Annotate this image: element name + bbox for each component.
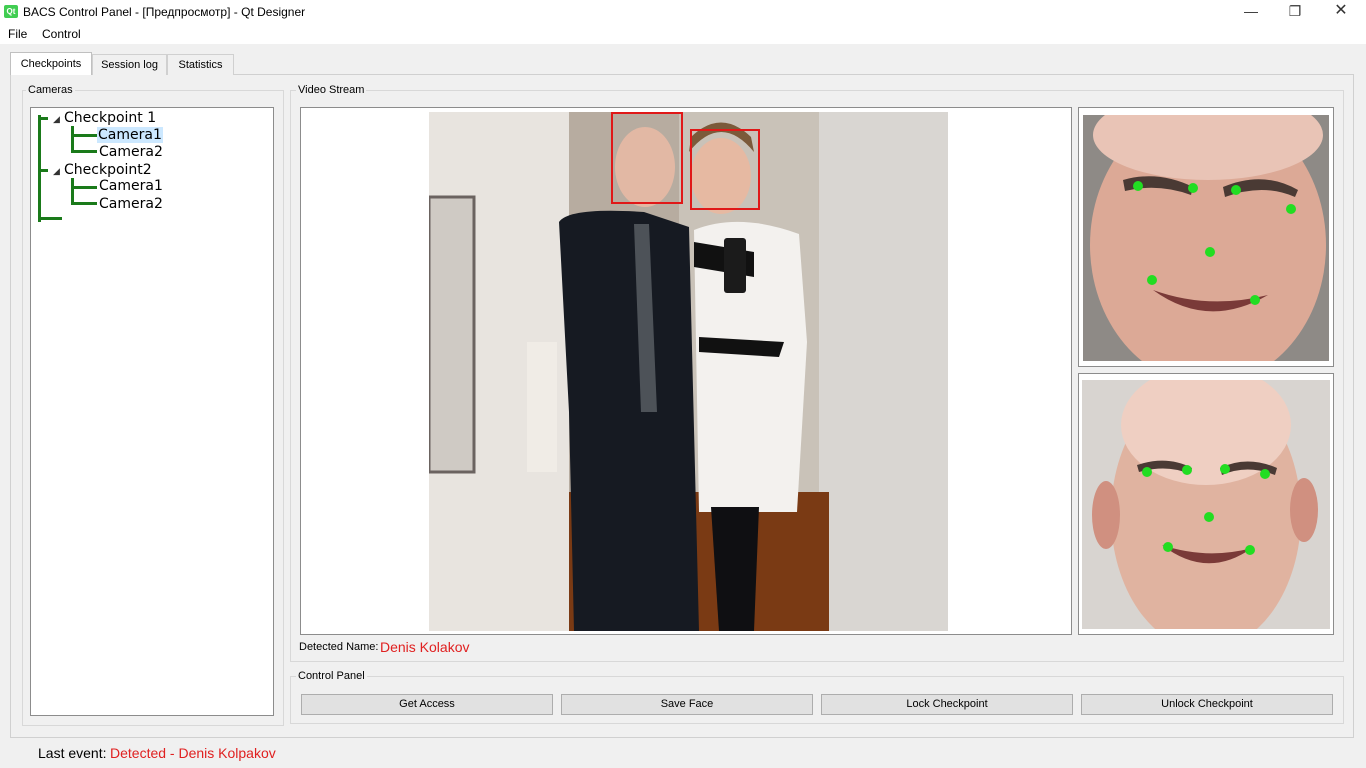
tree-item-checkpoint2-camera1[interactable]: Camera1 <box>99 178 163 194</box>
menu-file[interactable]: File <box>8 27 27 41</box>
tab-statistics[interactable]: Statistics <box>167 54 234 75</box>
tree-item-checkpoint2-camera2[interactable]: Camera2 <box>99 196 163 212</box>
camera-tree[interactable]: ◢ Checkpoint 1 Camera1 Camera2 ◢ Checkpo… <box>30 107 274 716</box>
video-stream-group-title: Video Stream <box>296 84 367 96</box>
menu-control[interactable]: Control <box>42 27 81 41</box>
tree-branch-line <box>38 169 48 172</box>
face-crop-frame-2 <box>1078 373 1334 635</box>
face-crop-frame-1 <box>1078 107 1334 367</box>
tab-session-log[interactable]: Session log <box>92 54 167 75</box>
expand-arrow-icon[interactable]: ◢ <box>53 114 60 125</box>
tree-branch-line <box>71 186 97 189</box>
last-event-value: Detected - Denis Kolpakov <box>110 745 276 761</box>
qt-app-icon: Qt <box>4 5 18 18</box>
tree-item-checkpoint-1[interactable]: Checkpoint 1 <box>64 110 156 126</box>
tree-item-checkpoint-2[interactable]: Checkpoint2 <box>64 162 152 178</box>
expand-arrow-icon[interactable]: ◢ <box>53 166 60 177</box>
tree-branch-line <box>71 202 97 205</box>
get-access-button[interactable]: Get Access <box>301 694 553 715</box>
tab-checkpoints[interactable]: Checkpoints <box>10 52 92 75</box>
face-crop-image-2 <box>1082 380 1330 629</box>
tree-item-checkpoint1-camera2[interactable]: Camera2 <box>99 144 163 160</box>
tree-branch-line <box>38 217 62 220</box>
camera-photo <box>429 112 948 631</box>
window-title: BACS Control Panel - [Предпросмотр] - Qt… <box>23 5 306 19</box>
tree-branch-line <box>38 117 48 120</box>
last-event-label: Last event: <box>38 745 107 761</box>
tree-branch-line <box>71 126 74 152</box>
tree-branch-line <box>71 150 97 153</box>
lock-checkpoint-button[interactable]: Lock Checkpoint <box>821 694 1073 715</box>
unlock-checkpoint-button[interactable]: Unlock Checkpoint <box>1081 694 1333 715</box>
video-stream-frame <box>300 107 1072 635</box>
close-button[interactable]: ✕ <box>1318 0 1364 24</box>
detected-name-value: Denis Kolakov <box>380 639 470 655</box>
cameras-group-title: Cameras <box>26 84 75 96</box>
control-panel-group-title: Control Panel <box>296 670 367 682</box>
tree-item-checkpoint1-camera1[interactable]: Camera1 <box>97 127 163 143</box>
face-crop-image-1 <box>1083 115 1329 361</box>
minimize-button[interactable]: — <box>1228 0 1274 24</box>
title-bar: Qt BACS Control Panel - [Предпросмотр] -… <box>0 0 1366 24</box>
save-face-button[interactable]: Save Face <box>561 694 813 715</box>
menu-bar: File Control <box>0 24 1366 44</box>
maximize-button[interactable]: ❐ <box>1272 0 1318 24</box>
detected-name-label: Detected Name: <box>299 641 379 653</box>
tree-branch-line <box>71 178 74 204</box>
tree-branch-line <box>71 134 97 137</box>
